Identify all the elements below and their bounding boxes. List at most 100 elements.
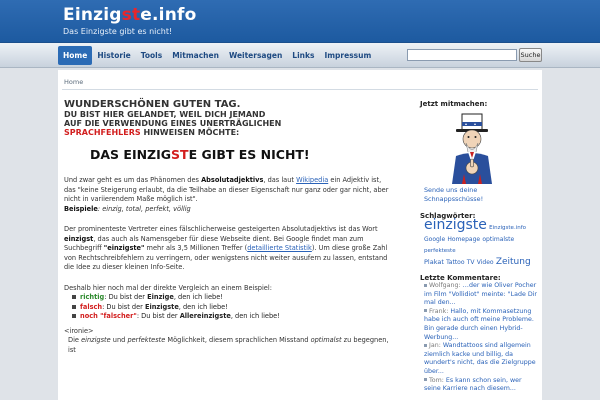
bullet-icon xyxy=(72,295,76,299)
wikipedia-link[interactable]: Wikipedia xyxy=(296,176,328,184)
nav-item-historie[interactable]: Historie xyxy=(92,46,135,65)
ironie-tag: <ironie> xyxy=(64,326,94,335)
bullet-icon xyxy=(424,378,427,382)
bold-term: Allereinzigste xyxy=(179,312,231,320)
text: , den ich liebe! xyxy=(178,302,228,311)
site-title-part: Einzig xyxy=(63,5,122,25)
tag-link[interactable]: Homepage xyxy=(447,236,480,243)
nav-item-weitersagen[interactable]: Weitersagen xyxy=(224,46,287,65)
bold-term: einzigst xyxy=(64,234,94,243)
intro-paragraph: Und zwar geht es um das Phänomen des Abs… xyxy=(64,176,394,214)
text: : Du bist der xyxy=(102,302,145,311)
tag-link[interactable]: Google xyxy=(424,236,445,243)
bold-term: Einzige xyxy=(147,293,174,301)
sidebar: Jetzt mitmachen: Sende uns deine Schnapp… xyxy=(420,100,538,394)
site-title-part: e.info xyxy=(140,5,197,25)
bold-term: Einzigste xyxy=(144,302,179,311)
site-title[interactable]: Einzigste.info xyxy=(63,5,197,25)
comment-item: Jan: Wandtattoos sind allgemein ziemlich… xyxy=(424,342,538,376)
list-label: richtig xyxy=(80,293,105,301)
comment-item: Wolfgang: …der wie Oliver Pocher im Film… xyxy=(424,282,538,308)
text: Der prominenteste Vertreter eines fälsch… xyxy=(64,225,378,233)
comment-author[interactable]: Wolfgang: xyxy=(429,282,461,289)
main-article: WUNDERSCHÖNEN GUTEN TAG. DU BIST HIER GE… xyxy=(64,100,394,355)
list-item: noch "falscher": Du bist der Allereinzig… xyxy=(72,312,394,322)
comment-author[interactable]: Tom: xyxy=(429,377,444,384)
examples-text: : einzig, total, perfekt, völlig xyxy=(97,204,191,213)
nav-item-mitmachen[interactable]: Mitmachen xyxy=(167,46,224,65)
text: Möglichkeit, diesem sprachlichen Misstan… xyxy=(165,336,311,344)
sidebar-heading-mitmachen: Jetzt mitmachen: xyxy=(420,100,488,108)
text: , den ich liebe! xyxy=(230,312,280,320)
italic-term: einzigste xyxy=(81,336,111,344)
slogan-part: DAS EINZIG xyxy=(90,147,172,162)
comparison-list: richtig: Du bist der Einzige, den ich li… xyxy=(72,293,394,322)
statistics-link[interactable]: detaillierte Statistik xyxy=(247,244,312,252)
comment-author[interactable]: Frank: xyxy=(429,308,448,315)
text: : Du bist der xyxy=(104,293,148,301)
text: mehr als 3,5 Millionen Treffer ( xyxy=(144,244,248,252)
bold-term: "einzigste" xyxy=(103,244,145,252)
tag-cloud: einzigste Einzigste.info Google Homepage… xyxy=(424,217,538,268)
comment-item: Tom: Es kann schon sein, wer seine Karri… xyxy=(424,377,538,394)
tag-link[interactable]: Plakat xyxy=(424,258,444,266)
subheading-line: SPRACHFEHLERS HINWEISEN MÖCHTE: xyxy=(64,128,394,137)
comment-item: Frank: Hallo, mit Kommasetzung habe ich … xyxy=(424,308,538,342)
breadcrumb[interactable]: Home xyxy=(64,78,83,86)
recent-comments: Wolfgang: …der wie Oliver Pocher im Film… xyxy=(424,282,538,394)
nav-item-tools[interactable]: Tools xyxy=(136,46,167,65)
comparison-intro: Deshalb hier noch mal der direkte Vergle… xyxy=(64,283,272,292)
comment-author[interactable]: Jan: xyxy=(429,342,441,349)
page-heading: WUNDERSCHÖNEN GUTEN TAG. xyxy=(64,99,241,110)
list-item: richtig: Du bist der Einzige, den ich li… xyxy=(72,293,394,303)
subheading-line: AUF DIE VERWENDUNG EINES UNERTRÄGLICHEN xyxy=(64,119,282,128)
tag-link[interactable]: optimalste xyxy=(482,236,514,243)
bullet-icon xyxy=(424,343,427,347)
bullet-icon xyxy=(72,304,76,309)
list-label: falsch xyxy=(80,302,103,311)
site-title-highlight: st xyxy=(121,5,141,25)
search-input[interactable] xyxy=(407,49,517,61)
subheading-highlight: SPRACHFEHLERS xyxy=(64,128,141,137)
italic-term: optimalst xyxy=(310,336,342,344)
examples-label: Beispiele xyxy=(64,204,98,213)
list-item: falsch: Du bist der Einzigste, den ich l… xyxy=(72,303,394,313)
comment-excerpt-link[interactable]: Wandtattoos sind allgemein ziemlich kack… xyxy=(424,342,536,375)
bold-term: Absolutadjektivs xyxy=(201,176,264,184)
tag-link[interactable]: perfekteste xyxy=(424,248,456,254)
nav-item-links[interactable]: Links xyxy=(287,46,319,65)
slogan-part: E GIBT ES NICHT! xyxy=(188,147,310,162)
search-button[interactable]: Suche xyxy=(519,48,542,62)
bullet-icon xyxy=(72,314,76,318)
site-header: Einzigste.info Das Einzigste gibt es nic… xyxy=(0,0,600,42)
slogan-highlight: ST xyxy=(171,147,189,162)
nav-menu: Home Historie Tools Mitmachen Weitersage… xyxy=(58,46,376,65)
tag-link[interactable]: Einzigste.info xyxy=(489,225,526,231)
tag-link[interactable]: TV xyxy=(467,259,475,266)
nav-item-impressum[interactable]: Impressum xyxy=(319,46,376,65)
text: : Du bist der xyxy=(136,312,180,320)
nav-item-home[interactable]: Home xyxy=(58,46,93,65)
breadcrumb-divider xyxy=(62,89,538,90)
bullet-icon xyxy=(424,309,427,313)
send-snapshots-link[interactable]: Sende uns deine Schnappsschüsse! xyxy=(424,186,538,204)
site-tagline: Das Einzigste gibt es nicht! xyxy=(63,27,173,36)
uncle-sam-poster[interactable] xyxy=(442,112,502,184)
bullet-icon xyxy=(424,283,427,287)
content-area: Home WUNDERSCHÖNEN GUTEN TAG. DU BIST HI… xyxy=(58,70,542,400)
main-slogan: DAS EINZIGSTE GIBT ES NICHT! xyxy=(90,147,394,162)
subheading-text: HINWEISEN MÖCHTE: xyxy=(140,128,240,137)
tag-link[interactable]: Video xyxy=(477,259,494,266)
italic-term: perfekteste xyxy=(127,336,166,344)
text: Die xyxy=(68,336,82,344)
subheading-line: DU BIST HIER GELANDET, WEIL DICH JEMAND xyxy=(64,110,266,119)
list-label: noch "falscher" xyxy=(80,312,137,320)
closing-paragraph: Die einzigste und perfekteste Möglichkei… xyxy=(68,336,394,355)
tag-link[interactable]: einzigste xyxy=(424,217,487,233)
text: , das laut xyxy=(263,176,297,184)
tag-link[interactable]: Tattoo xyxy=(446,259,464,266)
tag-link[interactable]: Zeitung xyxy=(496,257,531,267)
text: , den ich liebe! xyxy=(173,293,223,301)
text: Und zwar geht es um das Phänomen des xyxy=(64,176,202,184)
second-paragraph: Der prominenteste Vertreter eines fälsch… xyxy=(64,225,394,273)
